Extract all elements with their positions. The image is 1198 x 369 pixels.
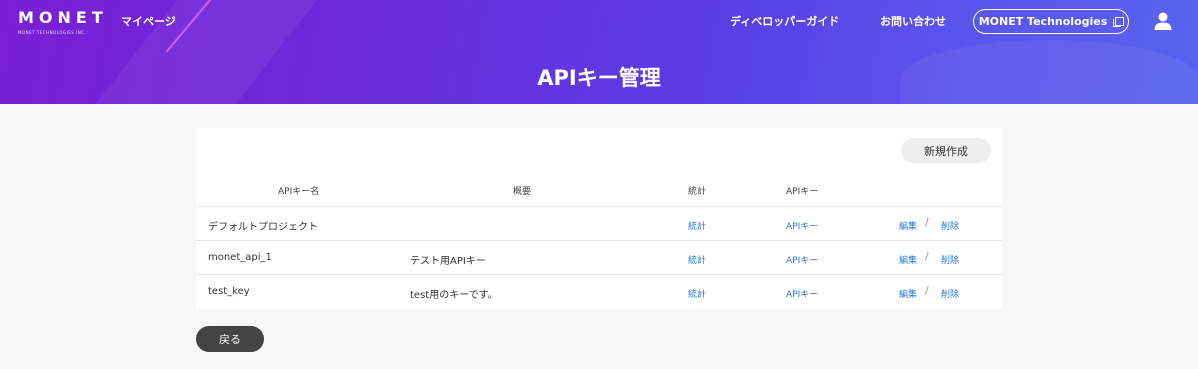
header-banner: MONET MONET TECHNOLOGIES INC. マイページ ディベロ… [0, 0, 1198, 104]
edit-link[interactable]: 編集 [899, 253, 917, 266]
action-separator: / [925, 216, 929, 229]
company-site-button[interactable]: MONET Technologies [973, 9, 1129, 34]
nav-developer-guide-link[interactable]: ディベロッパーガイド [730, 13, 839, 29]
delete-link[interactable]: 削除 [941, 253, 959, 266]
row-name: test_key [208, 286, 250, 297]
edit-link[interactable]: 編集 [899, 219, 917, 232]
edit-link[interactable]: 編集 [899, 287, 917, 300]
row-summary: test用のキーです。 [410, 290, 498, 301]
action-separator: / [925, 284, 929, 297]
logo-subtitle: MONET TECHNOLOGIES INC. [18, 30, 87, 35]
table-row: monet_api_1 テスト用APIキー 統計 APIキー 編集 / 削除 [196, 240, 1002, 274]
back-button[interactable]: 戻る [196, 326, 264, 352]
nav-mypage-link[interactable]: マイページ [121, 13, 176, 29]
table-row: test_key test用のキーです。 統計 APIキー 編集 / 削除 [196, 274, 1002, 308]
apikey-link[interactable]: APIキー [786, 287, 818, 300]
delete-link[interactable]: 削除 [941, 287, 959, 300]
row-summary: テスト用APIキー [410, 256, 486, 267]
column-header-apikey: APIキー [786, 187, 819, 197]
column-header-summary: 概要 [513, 187, 532, 197]
apikey-link[interactable]: APIキー [786, 253, 818, 266]
apikey-link[interactable]: APIキー [786, 219, 818, 232]
create-new-button[interactable]: 新規作成 [901, 138, 991, 163]
stats-link[interactable]: 統計 [688, 253, 706, 266]
row-name: monet_api_1 [208, 252, 272, 263]
stats-link[interactable]: 統計 [688, 287, 706, 300]
nav-contact-link[interactable]: お問い合わせ [880, 13, 946, 29]
column-header-name: APIキー名 [278, 187, 320, 197]
company-site-label: MONET Technologies [978, 15, 1108, 28]
stats-link[interactable]: 統計 [688, 219, 706, 232]
logo-wordmark: MONET [18, 8, 108, 27]
table-row: デフォルトプロジェクト 統計 APIキー 編集 / 削除 [196, 206, 1002, 240]
action-separator: / [925, 250, 929, 263]
monet-logo[interactable]: MONET MONET TECHNOLOGIES INC. [18, 8, 108, 38]
delete-link[interactable]: 削除 [941, 219, 959, 232]
column-header-stats: 統計 [688, 187, 707, 197]
page-title: APIキー管理 [537, 66, 661, 90]
row-name: デフォルトプロジェクト [208, 222, 318, 233]
external-link-icon [1113, 16, 1125, 27]
user-account-icon[interactable] [1153, 11, 1173, 31]
api-key-table-card: 新規作成 APIキー名 概要 統計 APIキー デフォルトプロジェクト 統計 A… [196, 128, 1002, 309]
